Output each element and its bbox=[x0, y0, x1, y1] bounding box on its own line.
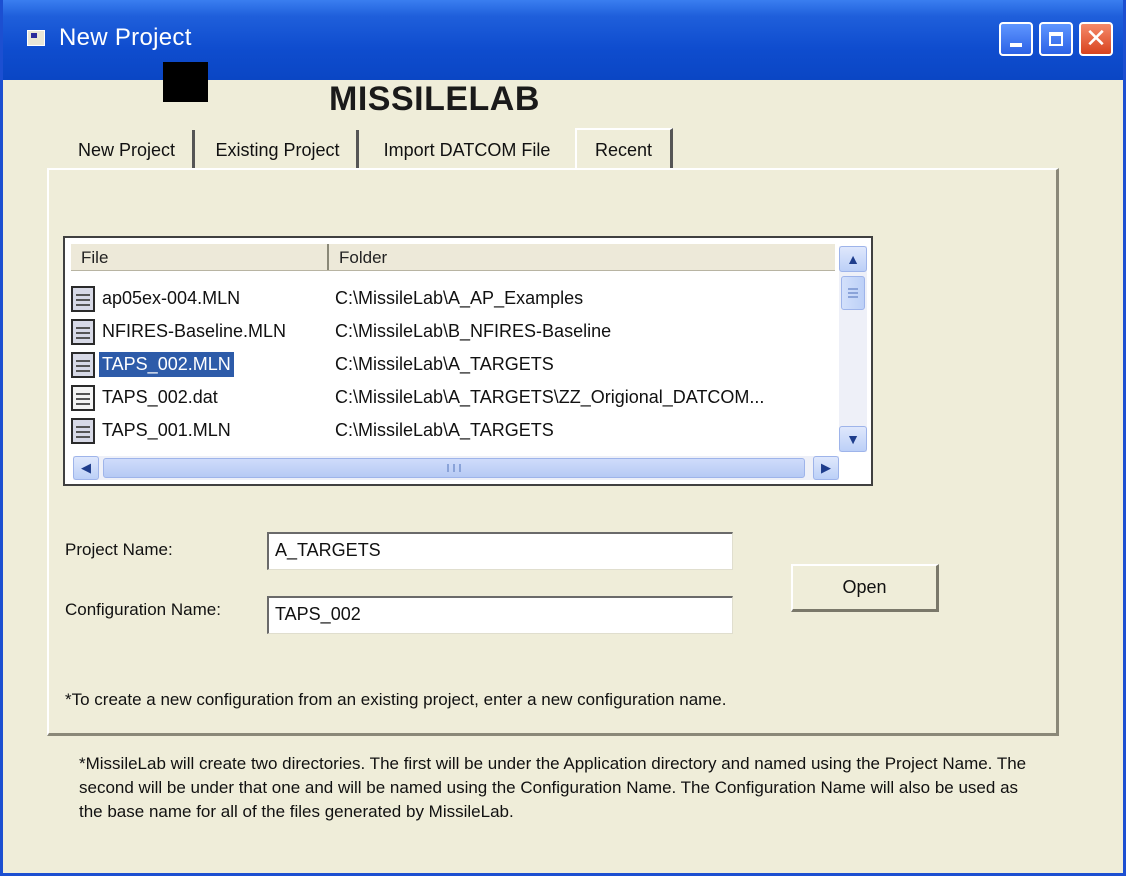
list-header: File Folder bbox=[71, 244, 835, 271]
project-name-label: Project Name: bbox=[65, 540, 173, 559]
file-name: NFIRES-Baseline.MLN bbox=[102, 321, 287, 341]
window-title: New Project bbox=[59, 24, 192, 51]
folder-path: C:\MissileLab\A_AP_Examples bbox=[335, 288, 584, 308]
directory-note: *MissileLab will create two directories.… bbox=[79, 754, 1027, 821]
file-cell: TAPS_002.MLN bbox=[71, 351, 329, 378]
app-title: MISSILELAB bbox=[329, 80, 540, 118]
mln-file-icon bbox=[71, 318, 95, 345]
scroll-left-button[interactable]: ◀ bbox=[73, 456, 99, 480]
file-name: TAPS_002.dat bbox=[102, 387, 218, 407]
file-cell: NFIRES-Baseline.MLN bbox=[71, 318, 329, 345]
redaction-block bbox=[163, 62, 208, 102]
vertical-scrollbar[interactable]: ▲ ▼ bbox=[839, 246, 867, 452]
column-header-folder[interactable]: Folder bbox=[329, 244, 835, 270]
mln-file-icon bbox=[71, 417, 95, 444]
file-cell: TAPS_002.dat bbox=[71, 384, 329, 411]
recent-files-list[interactable]: File Folder ap05ex-004.MLN C:\MissileLab… bbox=[63, 236, 873, 486]
dat-file-icon bbox=[71, 384, 95, 411]
folder-path: C:\MissileLab\B_NFIRES-Baseline bbox=[335, 321, 612, 341]
scroll-right-button[interactable]: ▶ bbox=[813, 456, 839, 480]
list-item-selected[interactable]: TAPS_002.MLN C:\MissileLab\A_TARGETS bbox=[71, 348, 835, 381]
folder-path: C:\MissileLab\A_TARGETS bbox=[335, 420, 554, 440]
file-cell: ap05ex-004.MLN bbox=[71, 285, 329, 312]
folder-path: C:\MissileLab\A_TARGETS bbox=[335, 354, 554, 374]
mln-file-icon bbox=[71, 351, 95, 378]
maximize-button[interactable] bbox=[1039, 22, 1073, 56]
list-item[interactable]: TAPS_001.MLN C:\MissileLab\A_TARGETS bbox=[71, 414, 835, 447]
tab-existing-project[interactable]: Existing Project bbox=[199, 130, 359, 170]
chevron-right-icon: ▶ bbox=[821, 460, 831, 475]
minimize-button[interactable] bbox=[999, 22, 1033, 56]
file-name: TAPS_001.MLN bbox=[102, 420, 231, 440]
horizontal-scroll-thumb[interactable] bbox=[103, 458, 805, 478]
horizontal-scrollbar[interactable]: ◀ ▶ bbox=[73, 456, 839, 480]
mln-file-icon bbox=[71, 285, 95, 312]
list-item[interactable]: TAPS_002.dat C:\MissileLab\A_TARGETS\ZZ_… bbox=[71, 381, 835, 414]
open-button[interactable]: Open bbox=[791, 564, 939, 612]
tab-new-project[interactable]: New Project bbox=[61, 130, 195, 170]
configuration-name-label: Configuration Name: bbox=[65, 600, 221, 619]
tab-recent[interactable]: Recent bbox=[575, 128, 673, 170]
app-icon bbox=[27, 30, 45, 46]
minimize-icon bbox=[1010, 43, 1022, 47]
chevron-left-icon: ◀ bbox=[81, 460, 91, 475]
new-project-window: New Project ✕ MISSILELAB New Project Exi… bbox=[0, 0, 1126, 876]
scroll-down-button[interactable]: ▼ bbox=[839, 426, 867, 452]
chevron-down-icon: ▼ bbox=[846, 431, 860, 447]
column-header-file[interactable]: File bbox=[71, 244, 329, 270]
scroll-up-button[interactable]: ▲ bbox=[839, 246, 867, 272]
list-item[interactable]: ap05ex-004.MLN C:\MissileLab\A_AP_Exampl… bbox=[71, 282, 835, 315]
list-rows: ap05ex-004.MLN C:\MissileLab\A_AP_Exampl… bbox=[71, 282, 835, 447]
list-item[interactable]: NFIRES-Baseline.MLN C:\MissileLab\B_NFIR… bbox=[71, 315, 835, 348]
grip-icon bbox=[447, 464, 461, 472]
configuration-note: *To create a new configuration from an e… bbox=[65, 690, 727, 709]
vertical-scroll-thumb[interactable] bbox=[841, 276, 865, 310]
file-cell: TAPS_001.MLN bbox=[71, 417, 329, 444]
tab-import-datcom-file[interactable]: Import DATCOM File bbox=[363, 130, 571, 170]
file-name: ap05ex-004.MLN bbox=[102, 288, 241, 308]
close-button[interactable]: ✕ bbox=[1079, 22, 1113, 56]
chevron-up-icon: ▲ bbox=[846, 251, 860, 267]
maximize-icon bbox=[1049, 32, 1063, 46]
project-name-field[interactable]: A_TARGETS bbox=[267, 532, 733, 570]
configuration-name-field[interactable]: TAPS_002 bbox=[267, 596, 733, 634]
close-icon: ✕ bbox=[1085, 24, 1107, 54]
folder-path: C:\MissileLab\A_TARGETS\ZZ_Origional_DAT… bbox=[335, 387, 765, 407]
file-name: TAPS_002.MLN bbox=[99, 352, 234, 377]
